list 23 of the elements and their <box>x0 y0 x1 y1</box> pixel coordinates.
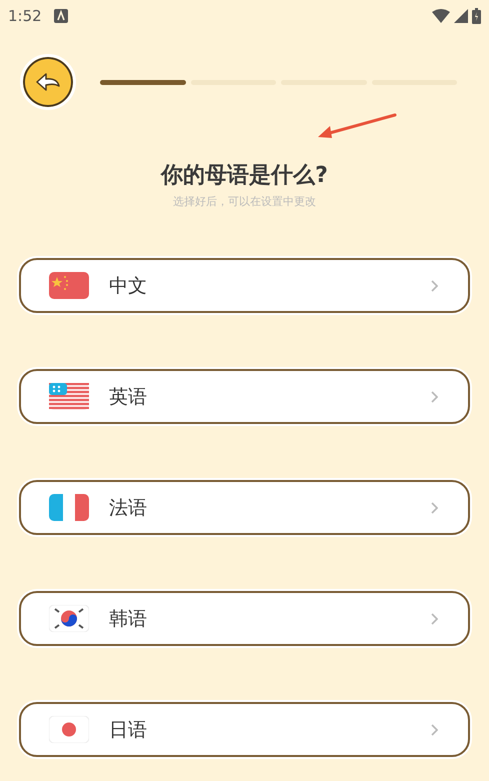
signal-icon <box>454 9 468 23</box>
flag-icon <box>49 494 89 521</box>
clock: 1:52 <box>8 7 42 25</box>
wifi-icon <box>432 9 450 23</box>
notification-icon <box>54 9 68 23</box>
language-option[interactable]: 法语 <box>19 480 470 535</box>
battery-icon <box>472 8 481 24</box>
page-subtitle: 选择好后，可以在设置中更改 <box>173 194 316 209</box>
language-option[interactable]: 英语 <box>19 369 470 424</box>
flag-icon <box>49 716 89 743</box>
chevron-right-icon <box>431 280 438 292</box>
chevron-right-icon <box>431 502 438 514</box>
language-option[interactable]: 韩语 <box>19 591 470 646</box>
language-option[interactable]: 中文 <box>19 258 470 313</box>
page-title: 你的母语是什么? <box>161 162 328 190</box>
flag-icon <box>49 383 89 410</box>
chevron-right-icon <box>431 612 438 624</box>
chevron-right-icon <box>431 390 438 402</box>
flag-icon <box>49 272 89 299</box>
chevron-right-icon <box>431 724 438 736</box>
back-arrow-icon <box>35 72 61 92</box>
language-option[interactable]: 日语 <box>19 702 470 757</box>
flag-icon <box>49 605 89 632</box>
